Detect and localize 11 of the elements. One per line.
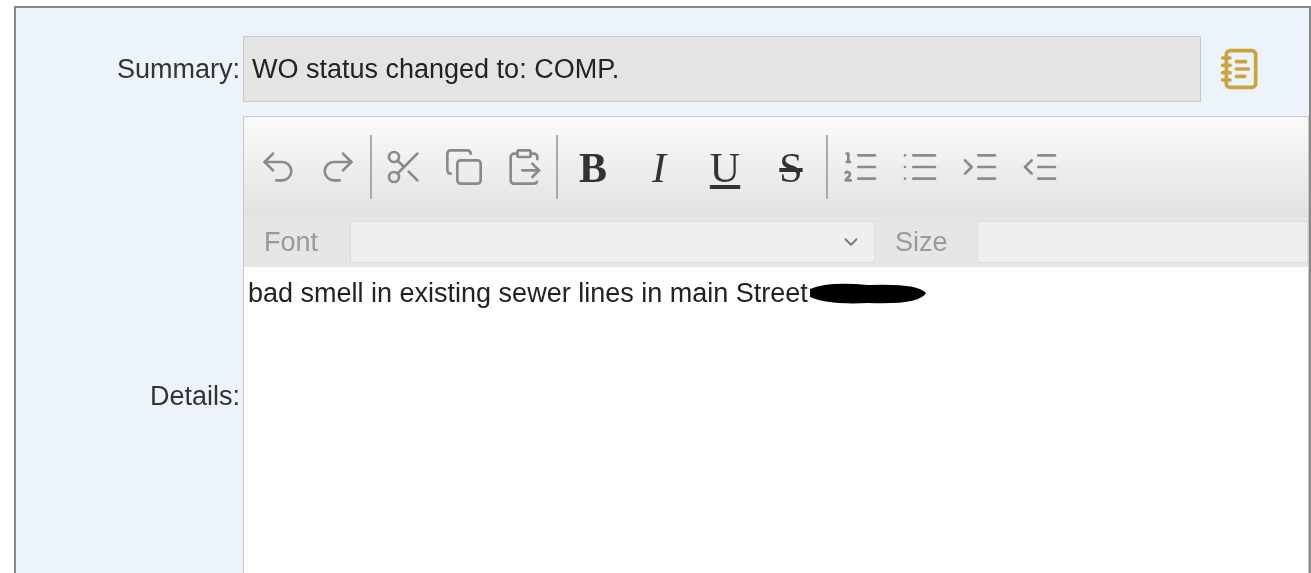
size-field[interactable] <box>977 221 1308 263</box>
format-button[interactable]: S <box>760 137 822 197</box>
size-label: Size <box>894 225 949 259</box>
format-button[interactable]: U <box>694 137 756 197</box>
font-label: Font <box>264 225 320 259</box>
summary-field[interactable]: WO status changed to: COMP. <box>243 36 1201 102</box>
format-button[interactable]: I <box>628 137 690 197</box>
details-label: Details: <box>148 380 241 413</box>
format-button[interactable]: B <box>562 137 624 197</box>
summary-label: Summary: <box>115 52 241 86</box>
details-text: bad smell in existing sewer lines in main Street <box>248 277 808 310</box>
